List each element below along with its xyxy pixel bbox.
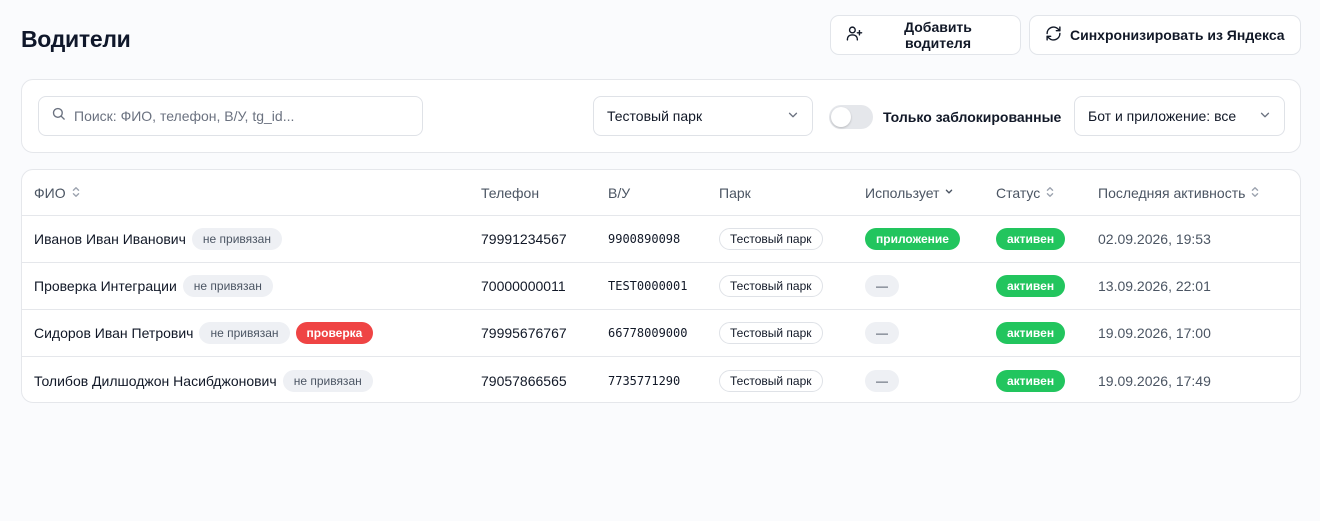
- status-badge: активен: [996, 275, 1066, 297]
- table-row[interactable]: Проверка Интеграции не привязан 70000000…: [22, 263, 1300, 310]
- driver-name: Толибов Дилшоджон Насибджонович: [34, 372, 277, 389]
- blocked-only-filter: Только заблокированные: [829, 105, 1061, 129]
- status-badge: активен: [996, 322, 1066, 344]
- filters-panel: Тестовый парк Только заблокированные Бот…: [21, 79, 1301, 153]
- status-cell: активен: [996, 357, 1066, 402]
- driver-name: Иванов Иван Иванович: [34, 231, 186, 247]
- driver-phone: 70000000011: [481, 278, 566, 294]
- search-input[interactable]: [74, 108, 394, 124]
- sync-yandex-button[interactable]: Синхронизировать из Яндекса: [1029, 15, 1301, 55]
- column-header-park: Парк: [719, 185, 751, 201]
- park-cell: Тестовый парк: [719, 216, 823, 262]
- bot-app-select[interactable]: Бот и приложение: все: [1074, 96, 1285, 136]
- driver-license: 66778009000: [608, 326, 688, 340]
- sort-icon: [1250, 185, 1260, 201]
- status-cell: активен: [996, 263, 1066, 309]
- sync-yandex-label: Синхронизировать из Яндекса: [1070, 27, 1285, 43]
- driver-name-cell: Иванов Иван Иванович не привязан: [34, 216, 282, 262]
- column-header-name[interactable]: ФИО: [34, 185, 81, 201]
- sort-icon: [71, 185, 81, 201]
- status-cell: активен: [996, 310, 1066, 356]
- last-activity: 02.09.2026, 19:53: [1098, 231, 1211, 247]
- chevron-down-icon: [944, 185, 954, 201]
- park-badge: Тестовый парк: [719, 322, 823, 344]
- uses-cell: приложение: [865, 216, 960, 262]
- table-row[interactable]: Толибов Дилшоджон Насибджонович не привя…: [22, 357, 1300, 402]
- driver-phone: 79991234567: [481, 231, 567, 247]
- driver-name: Сидоров Иван Петрович: [34, 325, 194, 341]
- check-badge: проверка: [295, 322, 374, 344]
- driver-license: TEST0000001: [608, 279, 688, 293]
- last-activity: 19.09.2026, 17:49: [1098, 372, 1211, 389]
- link-status-badge: не привязан: [182, 275, 273, 297]
- driver-name-cell: Сидоров Иван Петрович не привязан провер…: [34, 310, 374, 356]
- park-select-value: Тестовый парк: [607, 108, 703, 124]
- table-row[interactable]: Иванов Иван Иванович не привязан 7999123…: [22, 216, 1300, 263]
- drivers-table: ФИО Телефон В/У Парк Использует Статус П…: [21, 169, 1301, 403]
- driver-license: 9900890098: [608, 232, 681, 246]
- driver-name: Проверка Интеграции: [34, 278, 177, 294]
- uses-cell: —: [865, 357, 899, 402]
- park-cell: Тестовый парк: [719, 263, 823, 309]
- blocked-only-toggle[interactable]: [829, 105, 873, 129]
- park-badge: Тестовый парк: [719, 228, 823, 250]
- uses-cell: —: [865, 263, 899, 309]
- column-header-status[interactable]: Статус: [996, 185, 1055, 201]
- uses-badge: —: [865, 275, 899, 297]
- link-status-badge: не привязан: [199, 322, 290, 344]
- column-header-license: В/У: [608, 185, 631, 201]
- page-title: Водители: [21, 26, 131, 52]
- park-select[interactable]: Тестовый парк: [593, 96, 813, 136]
- column-header-phone: Телефон: [481, 185, 540, 201]
- toggle-knob: [831, 107, 851, 127]
- blocked-only-label: Только заблокированные: [883, 109, 1062, 125]
- table-header: ФИО Телефон В/У Парк Использует Статус П…: [22, 170, 1300, 216]
- refresh-icon: [1045, 25, 1062, 45]
- driver-phone: 79995676767: [481, 325, 567, 341]
- park-cell: Тестовый парк: [719, 357, 823, 402]
- uses-cell: —: [865, 310, 899, 356]
- chevron-down-icon: [1258, 108, 1272, 125]
- driver-phone: 79057866565: [481, 372, 567, 389]
- chevron-down-icon: [786, 108, 800, 125]
- driver-name-cell: Толибов Дилшоджон Насибджонович не привя…: [34, 357, 373, 402]
- user-plus-icon: [846, 25, 863, 45]
- search-box[interactable]: [38, 96, 423, 136]
- uses-badge: —: [865, 322, 899, 344]
- last-activity: 19.09.2026, 17:00: [1098, 325, 1211, 341]
- sort-icon: [1045, 185, 1055, 201]
- park-cell: Тестовый парк: [719, 310, 823, 356]
- driver-license: 7735771290: [608, 373, 681, 388]
- uses-badge: приложение: [865, 228, 960, 250]
- link-status-badge: не привязан: [191, 228, 282, 250]
- driver-name-cell: Проверка Интеграции не привязан: [34, 263, 273, 309]
- add-driver-label: Добавить водителя: [904, 19, 972, 51]
- column-header-uses[interactable]: Использует: [865, 185, 954, 201]
- park-badge: Тестовый парк: [719, 275, 823, 297]
- last-activity: 13.09.2026, 22:01: [1098, 278, 1211, 294]
- table-row[interactable]: Сидоров Иван Петрович не привязан провер…: [22, 310, 1300, 357]
- search-icon: [51, 106, 66, 126]
- park-badge: Тестовый парк: [719, 369, 823, 392]
- column-header-last-activity[interactable]: Последняя активность: [1098, 185, 1260, 201]
- add-driver-button[interactable]: Добавить водителя: [830, 15, 1021, 55]
- link-status-badge: не привязан: [282, 369, 373, 392]
- status-badge: активен: [996, 369, 1066, 392]
- bot-app-select-value: Бот и приложение: все: [1088, 108, 1237, 124]
- status-cell: активен: [996, 216, 1066, 262]
- uses-badge: —: [865, 369, 899, 392]
- status-badge: активен: [996, 228, 1066, 250]
